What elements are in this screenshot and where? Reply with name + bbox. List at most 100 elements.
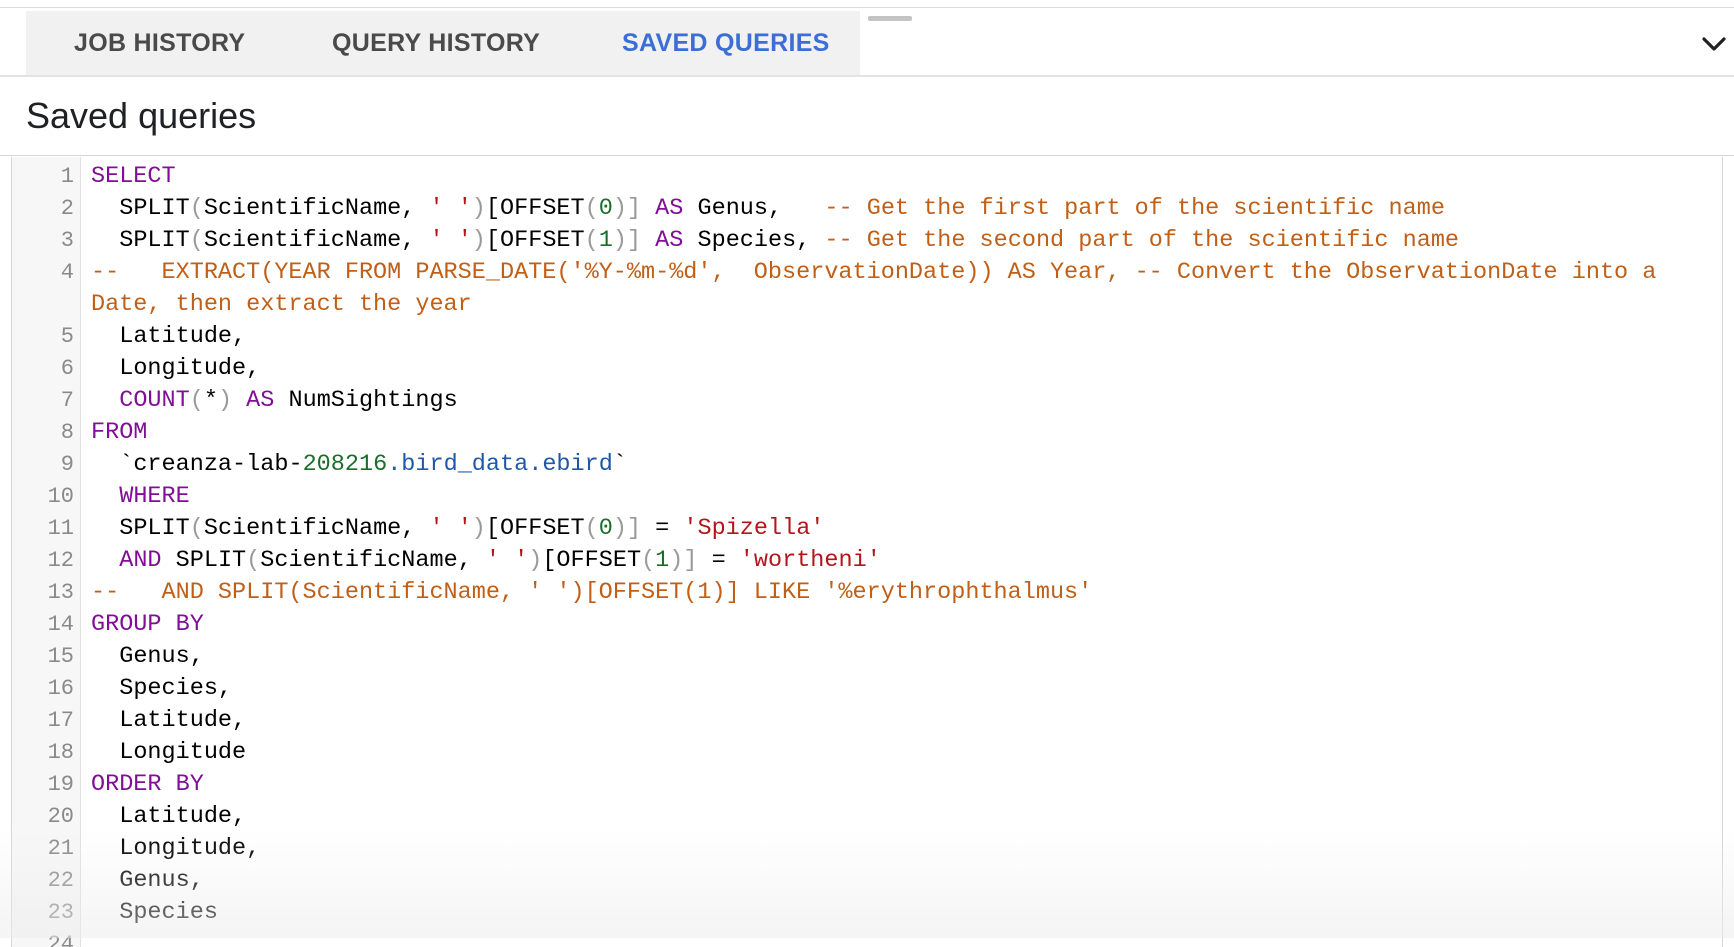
code-line-text: -- AND SPLIT(ScientificName, ' ')[OFFSET… — [91, 577, 1701, 609]
code-line[interactable]: 21 Longitude, — [12, 833, 1722, 865]
code-token: Latitude, — [91, 803, 247, 830]
code-token: SPLIT — [91, 515, 190, 542]
code-line-text: -- EXTRACT(YEAR FROM PARSE_DATE('%Y-%m-%… — [91, 257, 1701, 321]
code-line[interactable]: 4 -- EXTRACT(YEAR FROM PARSE_DATE('%Y-%m-… — [12, 257, 1722, 321]
code-token: ( — [189, 195, 204, 222]
code-line[interactable]: 8 FROM — [12, 417, 1722, 449]
code-line[interactable]: 10 WHERE — [12, 481, 1722, 513]
code-line[interactable]: 20 Latitude, — [12, 801, 1722, 833]
code-token: ( — [189, 227, 204, 254]
code-line[interactable]: 15 Genus, — [12, 641, 1722, 673]
code-line[interactable]: 9 `creanza-lab-208216.bird_data.ebird` — [12, 449, 1722, 481]
code-line[interactable]: 2 SPLIT(ScientificName, ' ')[OFFSET(0)] … — [12, 193, 1722, 225]
code-token: SELECT — [91, 163, 176, 190]
resize-drag-handle[interactable] — [868, 16, 912, 21]
code-token: ( — [189, 387, 204, 414]
code-token: ' ' — [429, 515, 472, 542]
code-line-text: Latitude, — [91, 801, 1701, 833]
code-line-text: Longitude, — [91, 353, 1701, 385]
code-line[interactable]: 3 SPLIT(ScientificName, ' ')[OFFSET(1)] … — [12, 225, 1722, 257]
code-area[interactable]: 1 SELECT 2 SPLIT(ScientificName, ' ')[OFFS… — [12, 161, 1722, 947]
code-token: COUNT — [119, 387, 190, 414]
code-line[interactable]: 7 COUNT(*) AS NumSightings — [12, 385, 1722, 417]
code-line[interactable]: 13 -- AND SPLIT(ScientificName, ' ')[OFFS… — [12, 577, 1722, 609]
code-token: ScientificName, — [260, 547, 486, 574]
line-number: 7 — [60, 388, 74, 413]
line-number: 21 — [47, 836, 74, 861]
code-token: ) — [471, 227, 486, 254]
tab-saved-queries[interactable]: SAVED QUERIES — [622, 11, 830, 75]
code-token: AS — [655, 227, 684, 254]
code-token: * — [203, 387, 218, 414]
code-line[interactable]: 11 SPLIT(ScientificName, ' ')[OFFSET(0)]… — [12, 513, 1722, 545]
code-line[interactable]: 23 Species — [12, 897, 1722, 929]
chevron-down-icon — [1702, 37, 1726, 51]
code-token: Genus, — [683, 195, 825, 222]
tab-job-history[interactable]: JOB HISTORY — [74, 11, 245, 75]
code-token: ORDER BY — [91, 771, 204, 798]
code-line[interactable]: 19 ORDER BY — [12, 769, 1722, 801]
code-line-text: Species — [91, 897, 1701, 929]
line-number: 3 — [60, 228, 74, 253]
code-line[interactable]: 16 Species, — [12, 673, 1722, 705]
line-number: 20 — [47, 804, 74, 829]
code-token: )] — [612, 227, 642, 254]
code-line-text: Longitude, — [91, 833, 1701, 865]
code-line[interactable]: 22 Genus, — [12, 865, 1722, 897]
code-token: = — [697, 547, 740, 574]
code-token: Genus, — [91, 867, 204, 894]
code-token: [OFFSET — [485, 515, 585, 542]
code-line-text: FROM — [91, 417, 1701, 449]
code-token: Species — [91, 899, 218, 926]
code-line[interactable]: 6 Longitude, — [12, 353, 1722, 385]
code-token: ( — [584, 515, 599, 542]
code-token: FROM — [91, 419, 148, 446]
code-line-text: AND SPLIT(ScientificName, ' ')[OFFSET(1)… — [91, 545, 1701, 577]
code-line[interactable]: 24 — [12, 929, 1722, 947]
code-token: Genus, — [91, 643, 204, 670]
code-token: 'wortheni' — [739, 547, 881, 574]
code-line[interactable]: 12 AND SPLIT(ScientificName, ' ')[OFFSET… — [12, 545, 1722, 577]
line-number: 8 — [60, 420, 74, 445]
code-token: 1 — [655, 547, 670, 574]
code-token: -- EXTRACT(YEAR FROM PARSE_DATE('%Y-%m-%… — [91, 259, 1671, 318]
code-token: 0 — [598, 195, 613, 222]
code-line[interactable]: 18 Longitude — [12, 737, 1722, 769]
tab-query-history[interactable]: QUERY HISTORY — [332, 11, 540, 75]
code-line[interactable]: 14 GROUP BY — [12, 609, 1722, 641]
line-number: 16 — [47, 676, 74, 701]
title-bar: Saved queries — [0, 77, 1734, 156]
code-token: )] — [612, 195, 642, 222]
code-token: WHERE — [119, 483, 190, 510]
code-token: ) — [471, 515, 486, 542]
code-line-text: SPLIT(ScientificName, ' ')[OFFSET(1)] AS… — [91, 225, 1701, 257]
code-token: -- AND SPLIT(ScientificName, ' ')[OFFSET… — [91, 579, 1093, 606]
code-token: ' ' — [485, 547, 529, 574]
code-line-text: SPLIT(ScientificName, ' ')[OFFSET(0)] = … — [91, 513, 1701, 545]
code-line[interactable]: 1 SELECT — [12, 161, 1722, 193]
code-line[interactable]: 5 Latitude, — [12, 321, 1722, 353]
code-token: 1 — [598, 227, 613, 254]
code-token: ( — [246, 547, 261, 574]
line-number: 14 — [47, 612, 74, 637]
code-line[interactable]: 17 Latitude, — [12, 705, 1722, 737]
code-token: )] — [612, 515, 642, 542]
sql-code-editor[interactable]: 1 SELECT 2 SPLIT(ScientificName, ' ')[OFFS… — [11, 157, 1723, 947]
code-token: ScientificName, — [203, 195, 430, 222]
code-token: [OFFSET — [485, 227, 585, 254]
line-number: 9 — [60, 452, 74, 477]
code-token: Latitude, — [91, 323, 247, 350]
code-token: NumSightings — [274, 387, 458, 414]
code-token: ScientificName, — [203, 515, 430, 542]
tab-group: JOB HISTORY QUERY HISTORY SAVED QUERIES — [26, 11, 860, 75]
line-number: 22 — [47, 868, 74, 893]
collapse-panel-button[interactable] — [1694, 25, 1734, 65]
code-line-text: `creanza-lab-208216.bird_data.ebird` — [91, 449, 1701, 481]
code-token: ( — [641, 547, 656, 574]
code-line-text: Latitude, — [91, 321, 1701, 353]
code-token: ScientificName, — [203, 227, 430, 254]
code-token: -- Get the second part of the scientific… — [824, 227, 1460, 254]
code-line-text: SPLIT(ScientificName, ' ')[OFFSET(0)] AS… — [91, 193, 1701, 225]
